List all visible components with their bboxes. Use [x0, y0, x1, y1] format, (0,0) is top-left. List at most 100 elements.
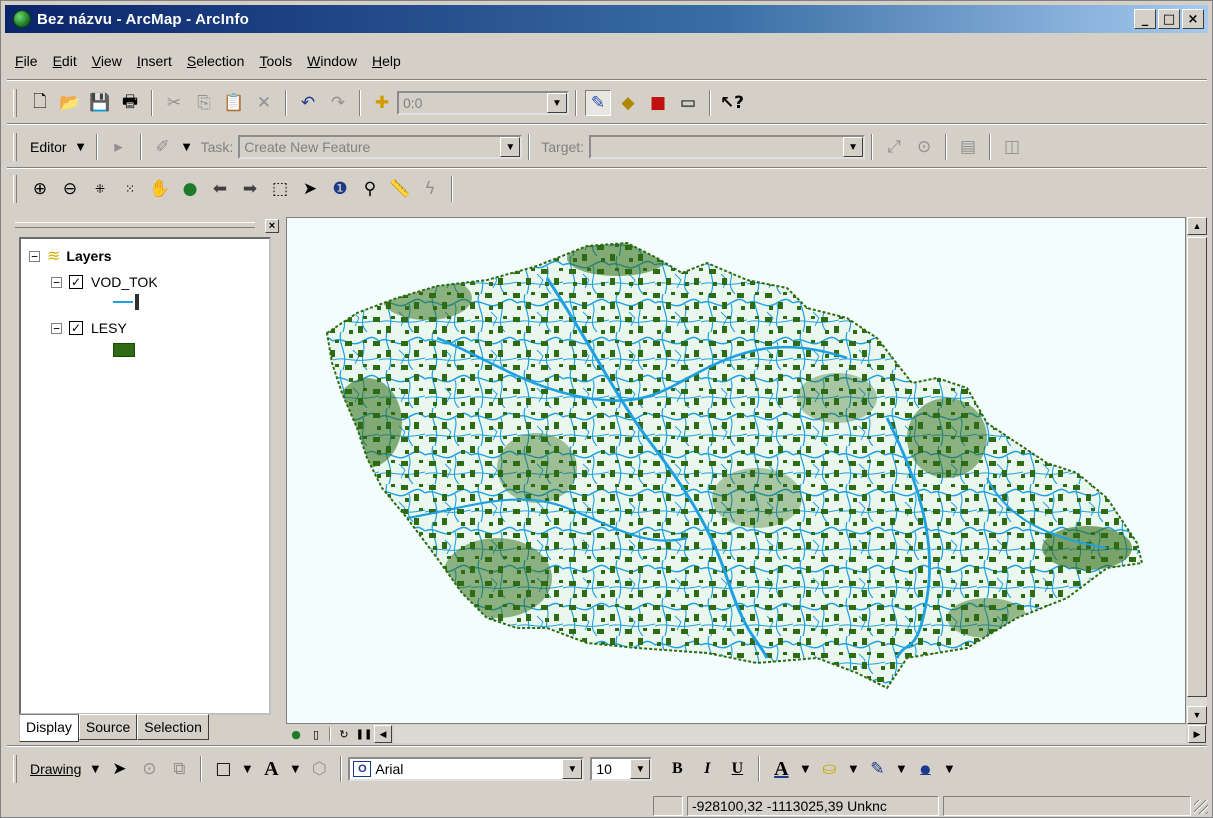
zoom-in-icon[interactable]: ⊕	[27, 176, 53, 202]
drawing-menu-button[interactable]: Drawing	[30, 761, 81, 777]
tab-source[interactable]: Source	[78, 714, 138, 740]
rotate-tool-icon[interactable]: ⊙	[911, 134, 937, 160]
underline-icon[interactable]: U	[724, 756, 750, 782]
menu-selection[interactable]: Selection	[187, 53, 245, 69]
select-features-icon[interactable]: ⬚	[267, 176, 293, 202]
collapse-icon[interactable]: −	[51, 276, 62, 288]
bold-icon[interactable]: B	[664, 756, 690, 782]
print-icon[interactable]: 🖶	[117, 90, 143, 116]
identify-icon[interactable]: ❶	[327, 176, 353, 202]
toolbox-icon[interactable]: ■	[645, 90, 671, 116]
save-icon[interactable]: 💾	[87, 90, 113, 116]
toc-layers-node[interactable]: − ≋ Layers	[29, 247, 112, 265]
editor-menu-button[interactable]: Editor	[30, 139, 67, 155]
forward-arrow-icon[interactable]: ➡	[237, 176, 263, 202]
chevron-down-icon[interactable]: ▼	[88, 756, 102, 782]
full-extent-globe-icon[interactable]: ●	[177, 176, 203, 202]
menu-edit[interactable]: Edit	[53, 53, 77, 69]
chevron-down-icon[interactable]: ▼	[180, 134, 194, 160]
chevron-down-icon[interactable]: ▼	[547, 93, 567, 113]
layer-visibility-checkbox[interactable]: ✓	[69, 275, 83, 289]
rectangle-icon[interactable]: □	[210, 756, 236, 782]
toolbar-grip[interactable]	[13, 89, 17, 117]
collapse-icon[interactable]: −	[29, 250, 40, 262]
add-data-icon[interactable]: ✚	[369, 90, 395, 116]
data-view-icon[interactable]: ●	[288, 726, 304, 742]
maximize-button[interactable]: □	[1158, 9, 1180, 29]
toc-grip[interactable]	[15, 222, 255, 228]
menu-file[interactable]: File	[15, 53, 38, 69]
minimize-button[interactable]: _	[1134, 9, 1156, 29]
tab-display[interactable]: Display	[19, 714, 79, 742]
redo-icon[interactable]: ↷	[325, 90, 351, 116]
copy-icon[interactable]: ⎘	[191, 90, 217, 116]
chevron-down-icon[interactable]: ▼	[843, 137, 864, 157]
toc-layer-lesy[interactable]: − ✓ LESY	[51, 319, 127, 337]
zoom-out-icon[interactable]: ⊖	[57, 176, 83, 202]
attributes-icon[interactable]: ▤	[955, 134, 981, 160]
menu-help[interactable]: Help	[372, 53, 401, 69]
scroll-thumb[interactable]	[1187, 237, 1207, 697]
scroll-up-icon[interactable]: ▲	[1187, 217, 1207, 235]
fixed-zoom-in-icon[interactable]: ⁜	[87, 176, 113, 202]
task-combo[interactable]: Create New Feature ▼	[238, 135, 523, 159]
split-tool-icon[interactable]: ⤢	[881, 134, 907, 160]
chevron-down-icon[interactable]: ▼	[942, 756, 956, 782]
chevron-down-icon[interactable]: ▼	[288, 756, 302, 782]
menu-insert[interactable]: Insert	[137, 53, 172, 69]
map-scale-combo[interactable]: 0:0 ▼	[397, 91, 569, 115]
delete-icon[interactable]: ✕	[251, 90, 277, 116]
fill-color-icon[interactable]: ⛀	[816, 756, 842, 782]
toc-layer-vod-tok[interactable]: − ✓ VOD_TOK	[51, 273, 158, 291]
back-arrow-icon[interactable]: ⬅	[207, 176, 233, 202]
whats-this-help-icon[interactable]: ↖?	[719, 90, 745, 116]
pan-hand-icon[interactable]: ✋	[147, 176, 173, 202]
collapse-icon[interactable]: −	[51, 322, 62, 334]
chevron-down-icon[interactable]: ▼	[500, 137, 521, 157]
toolbar-grip[interactable]	[13, 755, 17, 783]
new-text-icon[interactable]: A	[258, 756, 284, 782]
toolbar-grip[interactable]	[13, 133, 17, 161]
menu-view[interactable]: View	[92, 53, 122, 69]
sketch-tool-icon[interactable]: ✐	[150, 134, 176, 160]
toolbar-grip[interactable]	[13, 175, 17, 203]
open-folder-icon[interactable]: 📂	[57, 90, 83, 116]
edit-vertices-icon[interactable]: ⬡	[306, 756, 332, 782]
chevron-down-icon[interactable]: ▼	[562, 759, 583, 779]
chevron-down-icon[interactable]: ▼	[74, 134, 88, 160]
font-color-icon[interactable]: A	[768, 756, 794, 782]
undo-icon[interactable]: ↶	[295, 90, 321, 116]
hyperlink-lightning-icon[interactable]: ϟ	[417, 176, 443, 202]
scroll-left-icon[interactable]: ◀	[374, 725, 392, 743]
chevron-down-icon[interactable]: ▼	[630, 759, 651, 779]
map-vertical-scrollbar[interactable]: ▲ ▼	[1187, 217, 1207, 724]
scroll-right-icon[interactable]: ▶	[1188, 725, 1206, 743]
map-view[interactable]	[286, 217, 1186, 724]
marker-color-icon[interactable]: ●	[912, 756, 938, 782]
rotate-icon[interactable]: ⊙	[136, 756, 162, 782]
italic-icon[interactable]: I	[694, 756, 720, 782]
layout-view-icon[interactable]: ▯	[308, 726, 324, 742]
tab-selection[interactable]: Selection	[137, 714, 209, 740]
menu-tools[interactable]: Tools	[259, 53, 292, 69]
select-elements-icon[interactable]: ➤	[297, 176, 323, 202]
scroll-down-icon[interactable]: ▼	[1187, 706, 1207, 724]
chevron-down-icon[interactable]: ▼	[798, 756, 812, 782]
paste-icon[interactable]: 📋	[221, 90, 247, 116]
toc-close-button[interactable]: ×	[265, 219, 279, 233]
layer-visibility-checkbox[interactable]: ✓	[69, 321, 83, 335]
zoom-whole-page-icon[interactable]: ⧉	[166, 756, 192, 782]
arctoolbox-icon[interactable]: ◆	[615, 90, 641, 116]
find-binoculars-icon[interactable]: ⚲	[357, 176, 383, 202]
line-color-icon[interactable]: ✎	[864, 756, 890, 782]
sketch-properties-icon[interactable]: ◫	[999, 134, 1025, 160]
cut-icon[interactable]: ✂	[161, 90, 187, 116]
map-horizontal-scrollbar[interactable]	[394, 725, 1186, 743]
select-elements-icon[interactable]: ➤	[106, 756, 132, 782]
font-name-combo[interactable]: O Arial ▼	[348, 757, 585, 781]
new-document-icon[interactable]: 🗋	[27, 90, 53, 116]
font-size-combo[interactable]: 10 ▼	[590, 757, 653, 781]
chevron-down-icon[interactable]: ▼	[894, 756, 908, 782]
menu-window[interactable]: Window	[307, 53, 357, 69]
pause-drawing-icon[interactable]: ❚❚	[356, 726, 373, 742]
